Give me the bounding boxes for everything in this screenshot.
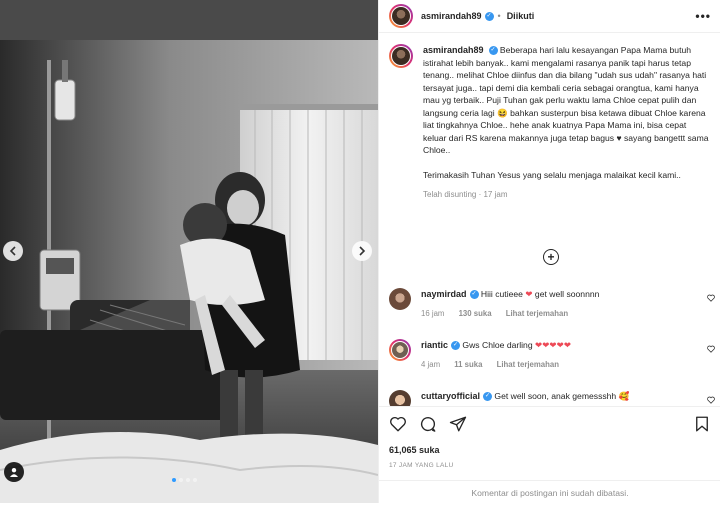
commenter-username[interactable]: riantic — [421, 340, 448, 350]
comment-likes[interactable]: 11 suka — [454, 360, 482, 369]
comment-time[interactable]: 4 jam — [421, 360, 440, 369]
translate-link[interactable]: Lihat terjemahan — [506, 309, 568, 318]
comment-like-icon[interactable] — [707, 396, 715, 404]
post-photo — [0, 0, 378, 503]
chevron-right-icon — [359, 246, 366, 256]
commenter-avatar[interactable] — [389, 390, 411, 406]
verified-badge-icon: ✓ — [451, 341, 461, 351]
comment-like-icon[interactable] — [707, 345, 715, 353]
more-options-button[interactable]: ••• — [695, 9, 711, 23]
comment-text: Hiii cutieee ❤ get well soonnnn — [480, 289, 600, 299]
comments-section[interactable]: asmirandah89 ✓ Beberapa hari lalu kesayan… — [379, 34, 720, 406]
carousel-dot — [186, 478, 190, 482]
commenter-avatar[interactable] — [389, 288, 411, 310]
caption-avatar[interactable] — [389, 44, 413, 68]
author-avatar[interactable] — [389, 4, 413, 28]
comment-like-icon[interactable] — [707, 294, 715, 302]
comment-time[interactable]: 16 jam — [421, 309, 444, 318]
load-more-comments-button[interactable]: + — [543, 249, 559, 265]
comment-item: naymirdad ✓ Hiii cutieee ❤ get well soonn… — [389, 288, 719, 320]
author-username[interactable]: asmirandah89 — [421, 11, 482, 21]
post-actions: 61,065 suka 17 JAM YANG LALU Komentar di… — [379, 406, 720, 503]
verified-badge-icon: ✓ — [483, 392, 493, 402]
comment-likes[interactable]: 130 suka — [459, 309, 492, 318]
caption-username[interactable]: asmirandah89 — [423, 45, 484, 55]
post-media[interactable] — [0, 0, 378, 503]
comment-text: Get well soon, anak gemessshh 🥰 — [494, 391, 630, 401]
post-caption: asmirandah89 ✓ Beberapa hari lalu kesayan… — [389, 44, 711, 202]
comment-item: cuttaryofficial ✓ Get well soon, anak gem… — [389, 390, 719, 406]
verified-badge-icon: ✓ — [469, 290, 479, 300]
tagged-users-button[interactable] — [4, 462, 24, 482]
comments-disabled-notice: Komentar di postingan ini sudah dibatasi… — [379, 480, 720, 504]
caption-text: Beberapa hari lalu kesayangan Papa Mama … — [423, 45, 709, 155]
carousel-indicator — [172, 478, 197, 482]
commenter-username[interactable]: naymirdad — [421, 289, 467, 299]
instagram-post: asmirandah89 ✓ • Diikuti ••• asmirandah8… — [0, 0, 720, 503]
heart-icon[interactable] — [389, 415, 407, 433]
carousel-dot — [172, 478, 176, 482]
comment-icon[interactable] — [419, 415, 437, 433]
caption-text-2: Terimakasih Tuhan Yesus yang selalu menj… — [423, 169, 681, 180]
previous-slide-button[interactable] — [3, 241, 23, 261]
share-icon[interactable] — [449, 415, 467, 433]
commenter-avatar[interactable] — [389, 339, 411, 361]
verified-badge-icon: ✓ — [488, 46, 498, 56]
carousel-dot — [193, 478, 197, 482]
carousel-dot — [179, 478, 183, 482]
translate-link[interactable]: Lihat terjemahan — [497, 360, 559, 369]
chevron-left-icon — [9, 246, 16, 256]
follow-status-button[interactable]: Diikuti — [507, 11, 535, 21]
post-details-panel: asmirandah89 ✓ • Diikuti ••• asmirandah8… — [378, 0, 720, 503]
likes-count[interactable]: 61,065 suka — [389, 445, 440, 455]
caption-meta: Telah disunting · 17 jam — [423, 190, 508, 199]
post-header: asmirandah89 ✓ • Diikuti ••• — [379, 0, 720, 33]
verified-badge-icon: ✓ — [484, 11, 494, 21]
commenter-username[interactable]: cuttaryofficial — [421, 391, 480, 401]
bookmark-icon[interactable] — [693, 415, 711, 433]
next-slide-button[interactable] — [352, 241, 372, 261]
user-tag-icon — [10, 468, 18, 477]
comment-item: riantic ✓ Gws Chloe darling ❤❤❤❤❤ 4 jam 1… — [389, 339, 719, 371]
post-date: 17 JAM YANG LALU — [389, 462, 454, 469]
comment-text: Gws Chloe darling ❤❤❤❤❤ — [462, 340, 572, 350]
